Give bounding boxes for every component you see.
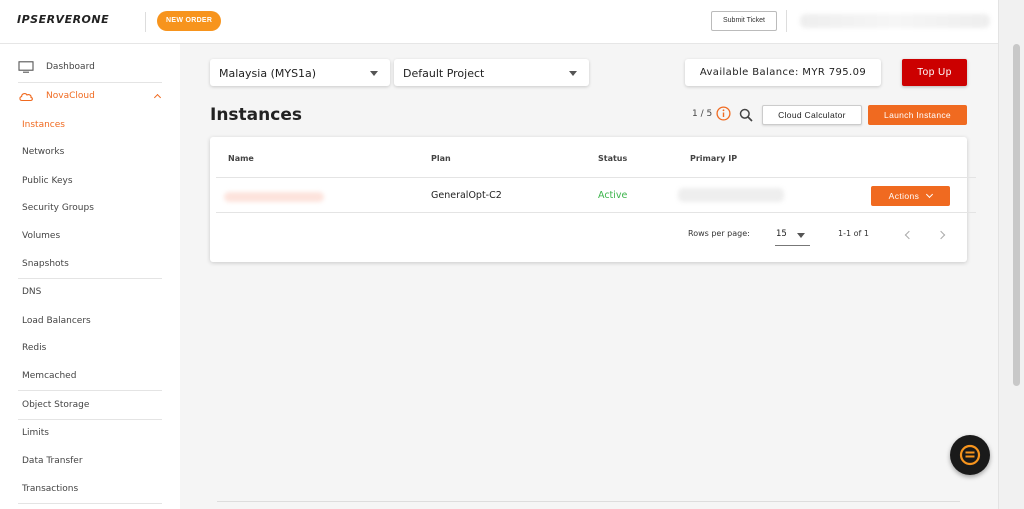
sidebar-item-networks[interactable]: Networks: [0, 139, 180, 167]
chevron-down-icon: [926, 190, 934, 199]
cloud-icon: [19, 93, 33, 102]
sidebar-divider: [18, 503, 162, 504]
sidebar-item-object-storage[interactable]: Object Storage: [0, 392, 180, 420]
instance-primary-ip: [678, 188, 784, 202]
chat-icon: [959, 444, 981, 466]
rows-per-page-value: 15: [776, 229, 787, 239]
sidebar-divider: [18, 390, 162, 391]
sidebar-item-label: Memcached: [22, 371, 77, 381]
sidebar-item-instances[interactable]: Instances: [0, 112, 180, 140]
chat-support-button[interactable]: [950, 435, 990, 475]
chevron-up-icon: [153, 93, 162, 102]
sidebar-item-label: Networks: [22, 147, 65, 157]
select-underline: [775, 245, 810, 246]
column-header-status: Status: [598, 154, 628, 163]
logo-divider: [145, 12, 146, 32]
dropdown-caret-icon: [797, 233, 805, 238]
account-menu[interactable]: [800, 14, 990, 28]
page-title: Instances: [210, 105, 302, 125]
sidebar-item-label: Transactions: [22, 484, 79, 494]
footer-divider: [217, 501, 960, 502]
instance-count: 1 / 5: [692, 109, 713, 119]
table-divider: [216, 212, 976, 213]
search-icon[interactable]: [739, 108, 753, 122]
sidebar-item-load-balancers[interactable]: Load Balancers: [0, 308, 180, 336]
scrollbar-thumb[interactable]: [1013, 44, 1020, 386]
sidebar-item-label: Load Balancers: [22, 316, 91, 326]
sidebar-item-dns[interactable]: DNS: [0, 279, 180, 307]
column-header-primary-ip: Primary IP: [690, 154, 738, 163]
sidebar-item-label: Redis: [22, 343, 47, 353]
instance-plan: GeneralOpt-C2: [431, 190, 502, 201]
sidebar-item-security-groups[interactable]: Security Groups: [0, 195, 180, 223]
cloud-calculator-button[interactable]: Cloud Calculator: [762, 105, 862, 125]
top-up-button[interactable]: Top Up: [902, 59, 967, 86]
available-balance: Available Balance: MYR 795.09: [685, 59, 881, 86]
sidebar-item-snapshots[interactable]: Snapshots: [0, 251, 180, 279]
sidebar-item-label: Object Storage: [22, 400, 90, 410]
sidebar-item-limits[interactable]: Limits: [0, 420, 180, 448]
status-badge: Active: [598, 190, 628, 201]
dropdown-caret-icon: [569, 71, 577, 76]
column-header-plan: Plan: [431, 154, 451, 163]
column-header-name: Name: [228, 154, 254, 163]
chevron-right-icon[interactable]: [936, 230, 946, 240]
sidebar-item-label: DNS: [22, 287, 42, 297]
sidebar-item-redis[interactable]: Redis: [0, 335, 180, 363]
project-select-value: Default Project: [403, 67, 485, 80]
sidebar-item-label: Snapshots: [22, 259, 69, 269]
scrollbar-track[interactable]: [998, 0, 1024, 509]
header-divider: [786, 10, 787, 32]
sidebar-item-label: Security Groups: [22, 203, 94, 213]
sidebar-item-volumes[interactable]: Volumes: [0, 223, 180, 251]
sidebar-item-label: Public Keys: [22, 176, 73, 186]
sidebar-item-label: Volumes: [22, 231, 61, 241]
sidebar-item-data-transfer[interactable]: Data Transfer: [0, 448, 180, 476]
sidebar-item-label: Limits: [22, 428, 49, 438]
chevron-left-icon[interactable]: [904, 230, 914, 240]
sidebar-item-label: NovaCloud: [46, 91, 95, 101]
dropdown-caret-icon: [370, 71, 378, 76]
actions-button[interactable]: Actions: [871, 186, 950, 206]
monitor-icon: [18, 61, 34, 73]
main-content: Malaysia (MYS1a) Default Project Availab…: [180, 44, 998, 509]
pagination-range: 1-1 of 1: [838, 229, 869, 238]
sidebar-item-memcached[interactable]: Memcached: [0, 363, 180, 391]
sidebar: Dashboard NovaCloud Instances Networks P…: [0, 44, 180, 509]
sidebar-item-public-keys[interactable]: Public Keys: [0, 168, 180, 196]
sidebar-item-label: Instances: [22, 120, 65, 130]
actions-label: Actions: [888, 191, 920, 201]
sidebar-item-dashboard[interactable]: Dashboard: [0, 54, 180, 82]
project-select[interactable]: Default Project: [394, 59, 589, 86]
sidebar-item-label: Dashboard: [46, 62, 95, 72]
sidebar-item-transactions[interactable]: Transactions: [0, 476, 180, 504]
table-divider: [216, 177, 976, 178]
region-select[interactable]: Malaysia (MYS1a): [210, 59, 390, 86]
sidebar-item-label: Data Transfer: [22, 456, 83, 466]
instances-table: Name Plan Status Primary IP GeneralOpt-C…: [210, 137, 976, 262]
brand-logo[interactable]: IPSERVERONE: [17, 13, 109, 26]
sidebar-item-novacloud[interactable]: NovaCloud: [0, 83, 180, 111]
submit-ticket-button[interactable]: Submit Ticket: [711, 11, 777, 31]
instance-name[interactable]: [224, 192, 324, 202]
new-order-button[interactable]: NEW ORDER: [157, 11, 222, 31]
region-select-value: Malaysia (MYS1a): [219, 67, 317, 80]
rows-per-page-label: Rows per page:: [688, 229, 750, 238]
top-bar: IPSERVERONE NEW ORDER Submit Ticket: [0, 0, 1024, 44]
launch-instance-button[interactable]: Launch Instance: [868, 105, 967, 125]
info-icon[interactable]: [716, 106, 731, 121]
